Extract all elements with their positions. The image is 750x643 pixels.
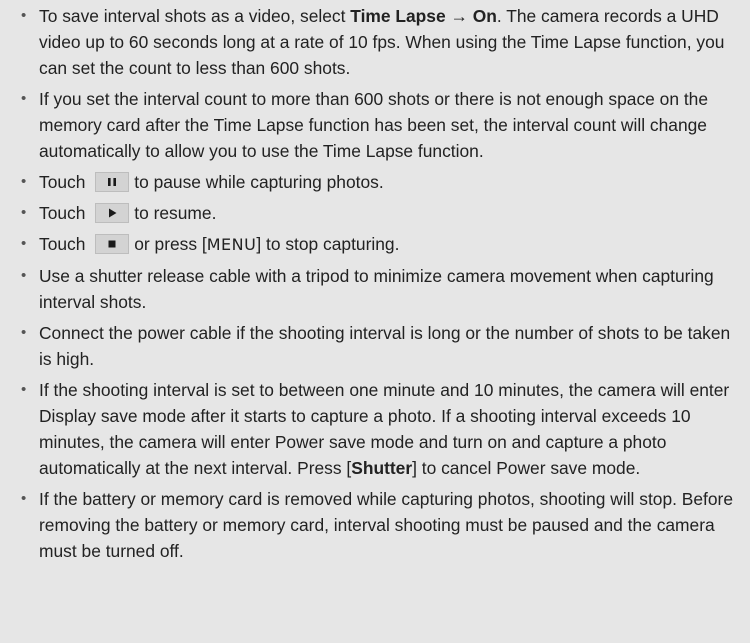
menu-arrow: → bbox=[445, 6, 473, 26]
pause-text-b: to pause while capturing photos. bbox=[134, 172, 384, 192]
time-lapse-text-a: To save interval shots as a video, selec… bbox=[39, 6, 351, 26]
resume-text-b: to resume. bbox=[134, 203, 217, 223]
battery-text: If the battery or memory card is removed… bbox=[39, 489, 734, 561]
power-cable-text: Connect the power cable if the shooting … bbox=[39, 323, 731, 369]
list-item-stop: Touch or press [MENU] to stop capturing. bbox=[20, 231, 736, 258]
list-item-power-cable: Connect the power cable if the shooting … bbox=[20, 320, 736, 372]
list-item-shutter-cable: Use a shutter release cable with a tripo… bbox=[20, 263, 736, 315]
resume-text-a: Touch bbox=[39, 203, 91, 223]
stop-text-b: or press [ bbox=[134, 234, 207, 254]
stop-text-a: Touch bbox=[39, 234, 91, 254]
notes-list: To save interval shots as a video, selec… bbox=[20, 3, 736, 564]
menu-key-label: MENU bbox=[206, 235, 257, 254]
time-lapse-menu-label: Time Lapse bbox=[350, 6, 446, 26]
stop-text-c: ] to stop capturing. bbox=[256, 234, 400, 254]
save-mode-text-c: ] to cancel Power save mode. bbox=[412, 458, 641, 478]
shutter-key-label: Shutter bbox=[351, 458, 413, 478]
pause-text-a: Touch bbox=[39, 172, 91, 192]
list-item-interval-count: If you set the interval count to more th… bbox=[20, 86, 736, 164]
list-item-battery: If the battery or memory card is removed… bbox=[20, 486, 736, 564]
notes-panel: To save interval shots as a video, selec… bbox=[0, 0, 750, 643]
list-item-time-lapse: To save interval shots as a video, selec… bbox=[20, 3, 736, 81]
pause-icon bbox=[95, 172, 130, 192]
list-item-save-mode: If the shooting interval is set to betwe… bbox=[20, 377, 736, 481]
list-item-pause: Touch to pause while capturing photos. bbox=[20, 169, 736, 195]
play-icon bbox=[95, 203, 130, 223]
stop-icon bbox=[95, 234, 130, 254]
shutter-cable-text: Use a shutter release cable with a tripo… bbox=[39, 266, 714, 312]
list-item-resume: Touch to resume. bbox=[20, 200, 736, 226]
time-lapse-on-label: On bbox=[472, 6, 497, 26]
interval-count-text: If you set the interval count to more th… bbox=[39, 89, 708, 161]
